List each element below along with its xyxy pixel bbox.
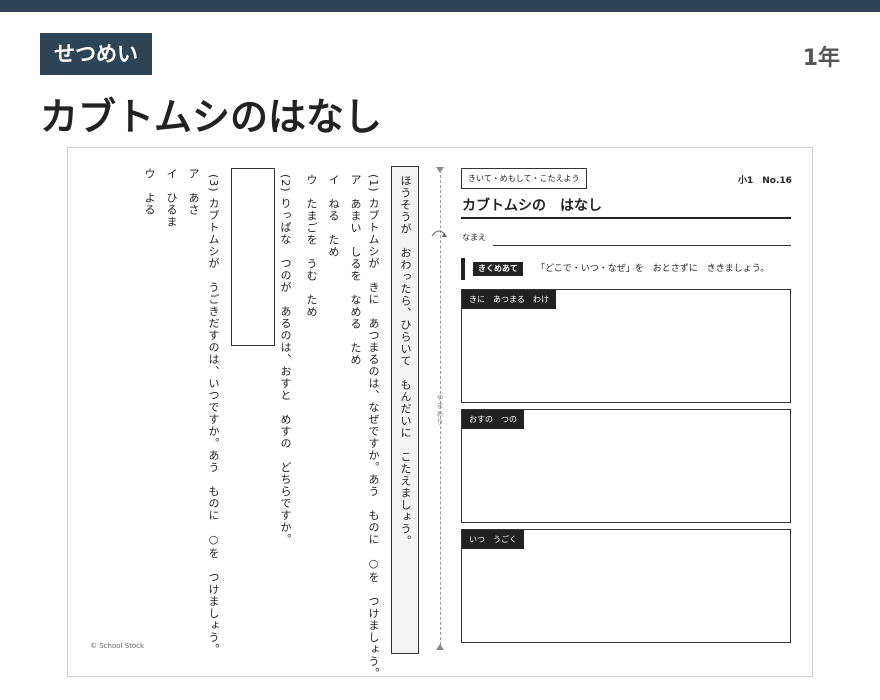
sheet-title: カブトムシの はなし [462,198,602,214]
triangle-up-icon [436,644,444,650]
sheet-number: 小1 No.16 [738,176,792,186]
goal-badge: きくめあて [473,262,523,276]
q1-option-a: ア あまい しるを なめる ため [349,174,362,366]
memo-box-male-horn: おすの つの [461,409,791,523]
question-3: (3) カブトムシが うごきだすのは、いつですか。あう ものに ○を つけましょ… [207,174,220,656]
instruction-box: ほうそうが おわったら、ひらいて もんだいに こたえましょう。 [391,166,419,654]
memo-label: いつ うごく [462,530,524,549]
memo-label: おすの つの [462,410,524,429]
q3-option-c: ウ よる [143,168,156,216]
section-badge: せつめい [40,33,152,75]
memo-label: きに あつまる わけ [462,290,556,309]
instruction-text: ほうそうが おわったら、ひらいて もんだいに こたえましょう。 [399,175,412,547]
fold-label: やまおり [436,394,444,426]
page-title: カブトムシのはなし [40,95,383,139]
memo-box-gathering-reason: きに あつまる わけ [461,289,791,403]
worksheet-preview: ほうそうが おわったら、ひらいて もんだいに こたえましょう。 (1) カブトム… [67,147,813,680]
fold-arrow-icon [431,230,447,237]
q2-answer-box [231,168,275,346]
grade-label: 1年 [802,46,840,71]
name-line [493,245,791,246]
q1-option-b: イ ねる ため [327,174,340,258]
copyright: © School Stock [90,642,145,650]
q3-option-a: ア あさ [187,168,200,216]
goal-bar [461,258,465,280]
question-2: (2) りっぱな つのが あるのは、おすと めすの どちらですか。 [279,174,292,546]
goal-text: 「どこで・いつ・なぜ」を おとさずに ききましょう。 [536,264,770,274]
q3-option-b: イ ひるま [165,168,178,228]
question-1: (1) カブトムシが きに あつまるのは、なぜですか。あう ものに ○を つけま… [367,174,380,680]
task-tag: きいて・めもして・こたえよう [461,168,587,189]
name-label: なまえ [462,233,486,242]
q1-option-c: ウ たまごを うむ ため [305,174,318,318]
top-bar [0,0,880,12]
title-rule [461,217,791,219]
memo-box-when-active: いつ うごく [461,529,791,643]
